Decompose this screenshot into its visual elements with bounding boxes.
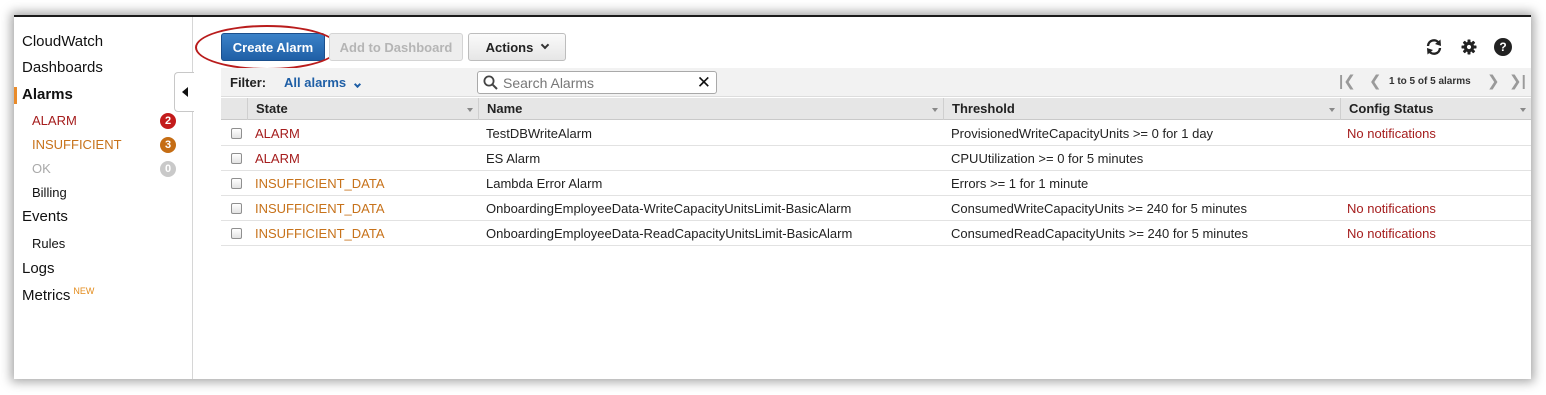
config-status-cell: No notifications (1347, 201, 1436, 216)
column-label: Name (487, 101, 523, 116)
filter-dropdown[interactable]: All alarms (284, 75, 362, 90)
table-row[interactable]: INSUFFICIENT_DATA OnboardingEmployeeData… (221, 196, 1531, 221)
column-label: Threshold (952, 101, 1015, 116)
sidebar-item-metrics-label: Metrics (22, 287, 71, 304)
search-icon (483, 75, 498, 90)
sidebar-item-alarm-state[interactable]: ALARM (32, 113, 77, 128)
threshold-cell: CPUUtilization >= 0 for 5 minutes (951, 151, 1144, 166)
last-page-icon[interactable]: ❯| (1509, 74, 1526, 90)
search-input[interactable] (503, 74, 693, 91)
sort-icon (932, 108, 938, 112)
table-row[interactable]: ALARM TestDBWriteAlarm ProvisionedWriteC… (221, 121, 1531, 146)
table-row[interactable]: INSUFFICIENT_DATA OnboardingEmployeeData… (221, 221, 1531, 246)
active-indicator (14, 87, 17, 104)
actions-dropdown-button[interactable]: Actions (468, 33, 566, 61)
name-cell[interactable]: ES Alarm (486, 146, 540, 171)
row-checkbox[interactable] (231, 153, 242, 164)
row-checkbox[interactable] (231, 228, 242, 239)
name-cell[interactable]: OnboardingEmployeeData-ReadCapacityUnits… (486, 221, 852, 246)
name-cell[interactable]: OnboardingEmployeeData-WriteCapacityUnit… (486, 196, 851, 221)
config-status-cell: No notifications (1347, 126, 1436, 141)
previous-page-icon[interactable]: ❮ (1369, 74, 1382, 90)
state-cell: ALARM (255, 126, 300, 141)
clear-search-icon[interactable]: ✕ (697, 73, 711, 92)
name-cell[interactable]: Lambda Error Alarm (486, 171, 602, 196)
sort-icon (1520, 108, 1526, 112)
alarm-count-badge: 2 (160, 113, 176, 129)
sidebar-item-alarms[interactable]: Alarms (22, 86, 73, 103)
row-checkbox[interactable] (231, 203, 242, 214)
actions-label: Actions (485, 39, 534, 55)
insufficient-count-badge: 3 (160, 137, 176, 153)
next-page-icon[interactable]: ❯ (1487, 74, 1500, 90)
config-status-cell: No notifications (1347, 226, 1436, 241)
pagination: |❮ ❮ 1 to 5 of 5 alarms ❯ ❯| (1339, 74, 1529, 92)
column-header-name[interactable]: Name (478, 98, 943, 120)
sidebar-item-events[interactable]: Events (22, 208, 68, 225)
first-page-icon[interactable]: |❮ (1339, 74, 1356, 90)
filter-value-label: All alarms (284, 75, 347, 90)
state-cell: INSUFFICIENT_DATA (255, 201, 385, 216)
threshold-cell: ConsumedReadCapacityUnits >= 240 for 5 m… (951, 226, 1248, 241)
threshold-cell: ConsumedWriteCapacityUnits >= 240 for 5 … (951, 201, 1248, 216)
sidebar-item-ok-state[interactable]: OK (32, 161, 51, 176)
row-checkbox[interactable] (231, 178, 242, 189)
sidebar: CloudWatch Dashboards Alarms ALARM 2 INS… (14, 17, 193, 379)
name-cell[interactable]: TestDBWriteAlarm (486, 121, 592, 146)
state-cell: INSUFFICIENT_DATA (255, 176, 385, 191)
threshold-cell: ProvisionedWriteCapacityUnits >= 0 for 1… (951, 126, 1214, 141)
help-icon[interactable]: ? (1494, 38, 1512, 56)
sidebar-collapse-button[interactable] (174, 72, 194, 112)
sort-icon (467, 108, 473, 112)
alarms-table-header: State Name Threshold Config Status (221, 98, 1531, 120)
sidebar-item-logs[interactable]: Logs (22, 260, 55, 277)
sidebar-item-cloudwatch[interactable]: CloudWatch (22, 33, 103, 50)
threshold-cell: Errors >= 1 for 1 minute (951, 176, 1089, 191)
column-header-config-status[interactable]: Config Status (1340, 98, 1531, 120)
sort-icon (1329, 108, 1335, 112)
state-cell: ALARM (255, 151, 300, 166)
table-row[interactable]: ALARM ES Alarm CPUUtilization >= 0 for 5… (221, 146, 1531, 171)
ok-count-badge: 0 (160, 161, 176, 177)
create-alarm-button[interactable]: Create Alarm (221, 33, 325, 61)
add-to-dashboard-button[interactable]: Add to Dashboard (329, 33, 463, 61)
chevron-down-icon (541, 40, 550, 50)
new-badge: NEW (73, 286, 95, 296)
filter-label: Filter: (230, 75, 267, 90)
row-checkbox[interactable] (231, 128, 242, 139)
refresh-icon[interactable] (1425, 38, 1443, 56)
search-box[interactable]: ✕ (477, 71, 717, 94)
pagination-text: 1 to 5 of 5 alarms (1389, 76, 1471, 87)
column-header-threshold[interactable]: Threshold (943, 98, 1340, 120)
cloudwatch-console: CloudWatch Dashboards Alarms ALARM 2 INS… (14, 15, 1531, 379)
column-label: State (256, 101, 288, 116)
column-label: Config Status (1349, 101, 1434, 116)
collapse-left-icon (181, 87, 188, 97)
sidebar-item-insufficient-state[interactable]: INSUFFICIENT (32, 137, 122, 152)
sidebar-item-dashboards[interactable]: Dashboards (22, 59, 103, 76)
gear-icon[interactable] (1460, 38, 1478, 56)
table-row[interactable]: INSUFFICIENT_DATA Lambda Error Alarm Err… (221, 171, 1531, 196)
sidebar-item-billing[interactable]: Billing (32, 185, 67, 200)
column-header-state[interactable]: State (247, 98, 478, 120)
sidebar-item-rules[interactable]: Rules (32, 236, 65, 251)
chevron-down-icon (354, 80, 362, 89)
sidebar-item-metrics[interactable]: Metrics NEW (22, 286, 94, 304)
state-cell: INSUFFICIENT_DATA (255, 226, 385, 241)
filter-bar: Filter: All alarms ✕ |❮ ❮ 1 to 5 of 5 al… (221, 68, 1531, 97)
